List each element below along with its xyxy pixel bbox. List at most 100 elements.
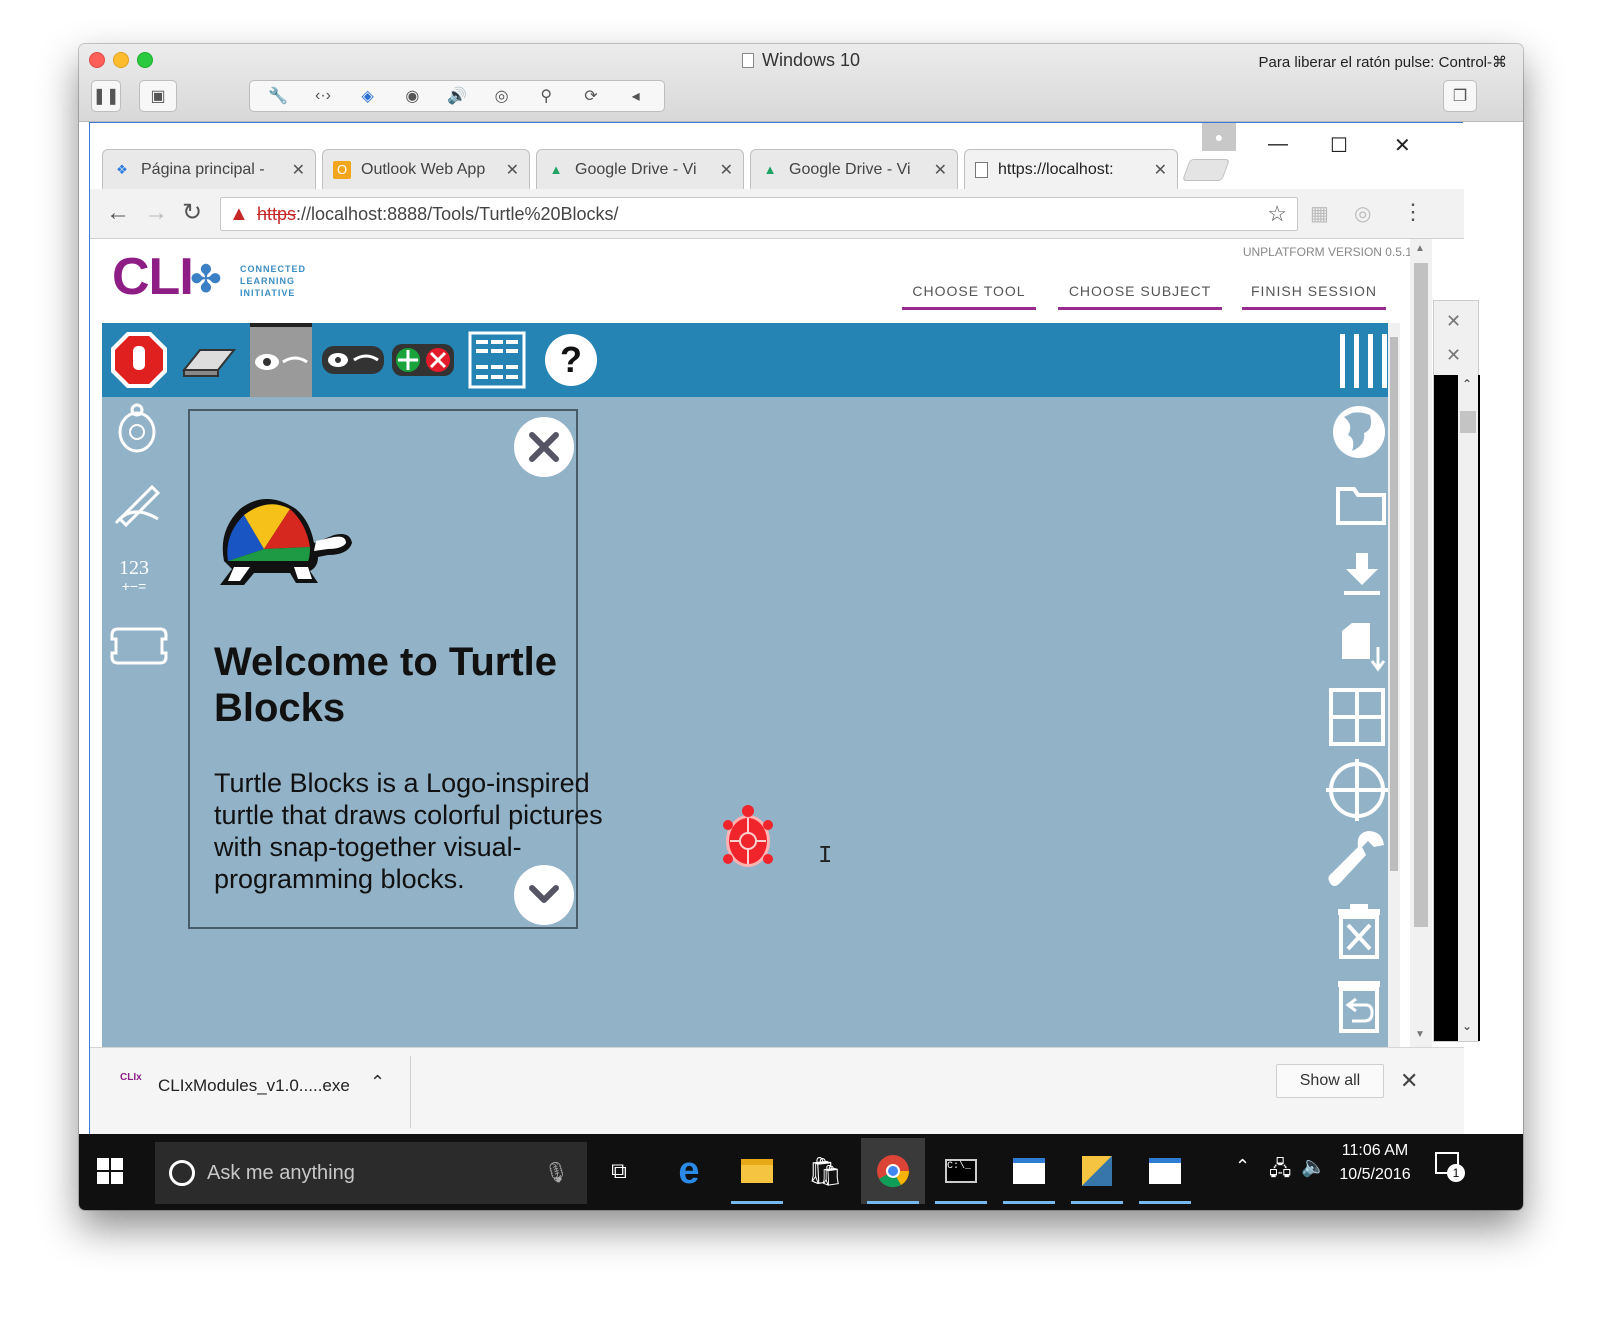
hide-blocks-button[interactable] (250, 323, 312, 397)
bookmark-star-icon[interactable]: ☆ (1267, 201, 1287, 227)
sound-icon[interactable]: 🔊 (442, 86, 472, 106)
tab-google-drive-1[interactable]: ▲ Google Drive - Vi ✕ (536, 149, 744, 189)
task-view-button[interactable]: ⧉ (587, 1138, 651, 1204)
slow-run-button[interactable] (320, 327, 386, 393)
reload-icon[interactable]: ↻ (182, 198, 202, 227)
scroll-up-icon[interactable]: ▲ (1415, 243, 1425, 254)
show-all-button[interactable]: Show all (1276, 1064, 1384, 1098)
extension-icon[interactable]: ▦ (1310, 201, 1329, 226)
fullscreen-button[interactable]: ❐ (1443, 80, 1477, 112)
forward-icon[interactable]: → (144, 199, 168, 227)
usb-icon[interactable]: ⚲ (531, 86, 561, 106)
cortana-search[interactable]: Ask me anything 🎙 (155, 1142, 587, 1204)
microphone-icon[interactable]: 🎙 (544, 1160, 569, 1185)
close-icon[interactable]: ✕ (1394, 133, 1411, 158)
wrench-icon[interactable]: 🔧 (263, 86, 293, 106)
tab-dropbox[interactable]: ❖ Página principal - ✕ (102, 149, 316, 189)
close-tab-icon[interactable]: ✕ (934, 160, 947, 180)
show-hidden-icons-icon[interactable]: ⌃ (1235, 1156, 1250, 1177)
restore-trash-button[interactable] (1334, 975, 1384, 1040)
taskbar-app-window[interactable] (997, 1138, 1061, 1204)
turtle-palette-button[interactable] (112, 403, 162, 462)
next-slide-button[interactable] (514, 865, 574, 925)
save-as-button[interactable] (1338, 621, 1386, 680)
tab-outlook[interactable]: O Outlook Web App ✕ (322, 149, 530, 189)
network-icon[interactable]: ‹·› (308, 87, 338, 105)
download-filename[interactable]: CLIxModules_v1.0.....exe (158, 1076, 350, 1096)
auxiliary-menu-button[interactable] (1330, 327, 1396, 393)
turtle-outline-icon (118, 403, 156, 453)
taskbar-edge[interactable]: e (657, 1138, 721, 1204)
close-download-bar-icon[interactable]: ✕ (1400, 1068, 1418, 1094)
open-project-button[interactable] (1334, 479, 1388, 532)
taskbar-cmd[interactable]: C:\_ (929, 1138, 993, 1204)
clock[interactable]: 11:06 AM 10/5/2016 (1335, 1142, 1415, 1184)
snapshot-button[interactable]: ▣ (139, 80, 177, 112)
taskbar-python[interactable] (1065, 1138, 1129, 1204)
close-tab-icon[interactable]: ✕ (506, 160, 519, 180)
stop-button[interactable] (106, 327, 172, 393)
screenshot-icon[interactable]: ◎ (487, 86, 517, 106)
minimize-icon[interactable]: — (1268, 133, 1288, 156)
grid-button[interactable] (1328, 687, 1386, 752)
taskbar-app-window-2[interactable] (1133, 1138, 1197, 1204)
extension-2-icon[interactable]: ◎ (1354, 201, 1371, 226)
pause-button[interactable]: ❚❚ (91, 80, 121, 112)
polar-grid-button[interactable] (1326, 759, 1388, 826)
back-icon[interactable]: ← (106, 199, 130, 227)
clix-logo[interactable]: CLI (112, 247, 194, 307)
volume-icon[interactable]: 🔈 (1301, 1154, 1326, 1179)
chevron-down-icon (529, 885, 559, 903)
turtle-sprite[interactable] (720, 803, 776, 878)
save-button[interactable] (1340, 551, 1384, 604)
network-icon[interactable]: 🖧 (1269, 1154, 1291, 1188)
scroll-down-icon[interactable]: ⌄ (1462, 1019, 1472, 1033)
close-tab-icon[interactable]: ✕ (1154, 160, 1167, 180)
nav-finish-session[interactable]: FINISH SESSION (1242, 283, 1386, 310)
collapse-arrow-icon[interactable]: ◂ (621, 86, 651, 106)
taskbar-chrome[interactable] (861, 1138, 925, 1204)
boolean-palette-button[interactable] (108, 623, 170, 674)
grid-menu-button[interactable] (464, 327, 530, 393)
scroll-up-icon[interactable]: ⌃ (1462, 377, 1472, 391)
taskbar-store[interactable]: 🛍 (793, 1138, 857, 1204)
profile-icon[interactable]: ● (1202, 123, 1236, 151)
scroll-down-icon[interactable]: ▼ (1415, 1029, 1425, 1040)
clean-button[interactable] (176, 327, 242, 393)
close-tab-icon[interactable]: ✕ (292, 160, 305, 180)
new-tab-button[interactable] (1181, 159, 1231, 181)
tab-google-drive-2[interactable]: ▲ Google Drive - Vi ✕ (750, 149, 958, 189)
background-scrollbar[interactable]: ⌃ ⌄ (1458, 375, 1478, 1041)
page-scrollbar-thumb[interactable] (1414, 263, 1428, 927)
menu-icon[interactable]: ⋮ (1402, 199, 1424, 225)
close-tab-icon[interactable]: ✕ (720, 160, 733, 180)
planet-button[interactable] (1330, 403, 1388, 466)
camera-icon[interactable]: ◉ (397, 86, 427, 106)
inner-scrollbar[interactable] (1388, 323, 1400, 1047)
trash-button[interactable] (1334, 903, 1384, 964)
close-welcome-button[interactable] (514, 417, 574, 477)
action-center-button[interactable]: 1 (1435, 1152, 1465, 1182)
turtle-blocks-canvas[interactable]: ? 123 +−= Welcome to Turtle Blocks Turtl… (102, 323, 1400, 1047)
warning-icon: ▲ (229, 203, 249, 225)
nav-choose-tool[interactable]: CHOOSE TOOL (902, 283, 1036, 310)
taskbar-file-explorer[interactable] (725, 1138, 789, 1204)
chevron-up-icon[interactable]: ⌃ (370, 1072, 385, 1093)
address-bar[interactable]: ▲ https://localhost:8888/Tools/Turtle%20… (220, 197, 1298, 231)
close-icon[interactable]: ✕ (1446, 311, 1461, 332)
collapse-expand-button[interactable] (390, 327, 456, 393)
sync-icon[interactable]: ⟳ (576, 86, 606, 106)
disk-icon[interactable]: ◈ (353, 86, 383, 106)
inner-scrollbar-thumb[interactable] (1390, 337, 1398, 871)
pen-palette-button[interactable] (112, 479, 162, 532)
start-button[interactable] (97, 1158, 123, 1189)
tab-localhost[interactable]: https://localhost: ✕ (964, 149, 1178, 189)
help-button[interactable]: ? (538, 327, 604, 393)
nav-choose-subject[interactable]: CHOOSE SUBJECT (1058, 283, 1222, 310)
page-scrollbar[interactable]: ▲ ▼ (1410, 239, 1432, 1047)
close-icon[interactable]: ✕ (1446, 345, 1461, 366)
maximize-icon[interactable]: ☐ (1330, 133, 1348, 158)
number-palette-button[interactable]: 123 +−= (114, 557, 154, 593)
settings-button[interactable] (1328, 827, 1388, 896)
background-scrollbar-thumb[interactable] (1460, 411, 1476, 433)
